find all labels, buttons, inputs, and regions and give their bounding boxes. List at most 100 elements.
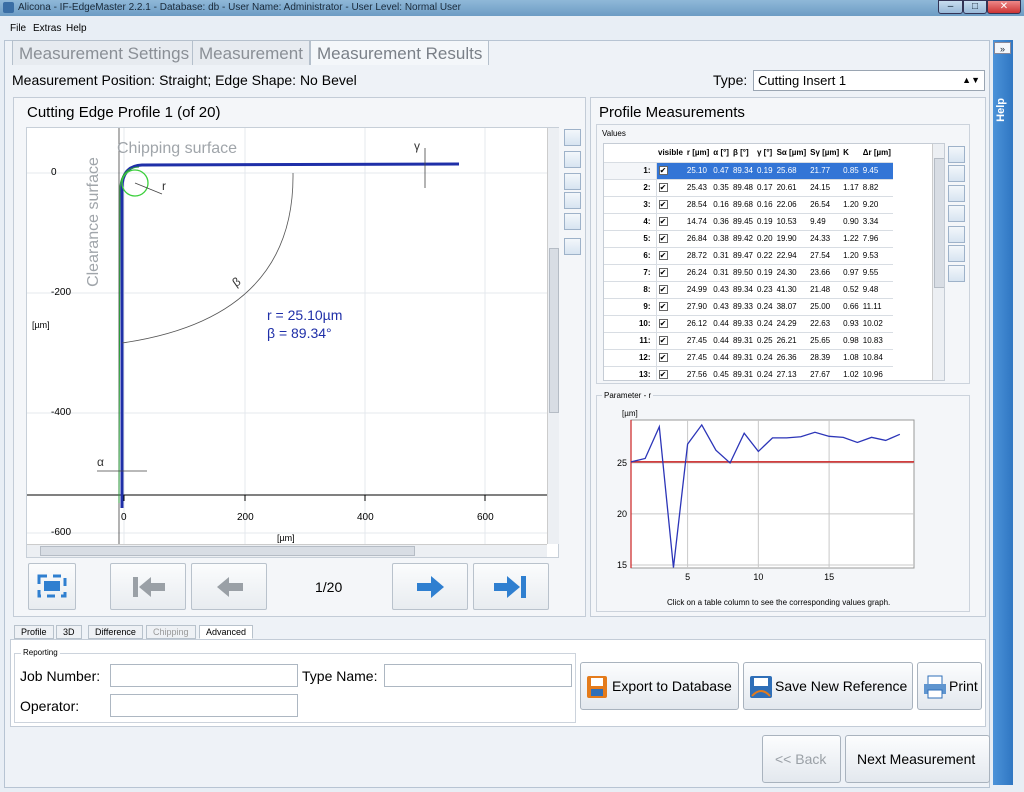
parameter-chart[interactable]: 5 10 15 25 20 15	[598, 415, 918, 587]
visible-cell[interactable]: ✔	[656, 366, 685, 380]
menu-help[interactable]: Help	[66, 23, 87, 34]
column-header[interactable]: α [°]	[711, 144, 731, 163]
tab-measurement[interactable]: Measurement	[192, 40, 310, 65]
scroll-thumb[interactable]	[40, 546, 415, 556]
table-row[interactable]: 13: ✔ 27.56 0.45 89.31 0.24 27.13 27.67 1.02 10.9…	[604, 366, 893, 380]
column-header[interactable]: Sγ [µm]	[808, 144, 842, 163]
print-button[interactable]: Print	[917, 662, 982, 710]
first-profile-button[interactable]	[110, 563, 186, 610]
table-row[interactable]: 6: ✔ 28.72 0.31 89.47 0.22 22.94 27.54 1.20 9.53	[604, 247, 893, 265]
help-label[interactable]: Help	[995, 98, 1007, 122]
visible-checkbox[interactable]: ✔	[658, 336, 668, 345]
visible-checkbox[interactable]: ✔	[658, 319, 668, 328]
table-row[interactable]: 7: ✔ 26.24 0.31 89.50 0.19 24.30 23.66 0.97 9.55	[604, 264, 893, 282]
visible-cell[interactable]: ✔	[656, 230, 685, 248]
visible-cell[interactable]: ✔	[656, 332, 685, 350]
zoom-in-icon[interactable]	[564, 129, 581, 146]
fit-view-icon[interactable]	[564, 173, 581, 190]
column-header[interactable]: visible	[656, 144, 685, 163]
chevron-right-icon[interactable]: »	[994, 42, 1011, 54]
save-icon[interactable]	[948, 165, 965, 182]
save-new-reference-button[interactable]: Save New Reference	[743, 662, 913, 710]
save-as-icon[interactable]	[948, 185, 965, 202]
menu-extras[interactable]: Extras	[33, 23, 61, 34]
table-row[interactable]: 10: ✔ 26.12 0.44 89.33 0.24 24.29 22.63 0.93 10.0…	[604, 315, 893, 333]
column-header[interactable]: r [µm]	[684, 144, 712, 163]
table-row[interactable]: 5: ✔ 26.84 0.38 89.42 0.20 19.90 24.33 1.22 7.96	[604, 230, 893, 248]
back-button[interactable]: << Back	[762, 735, 841, 783]
plot-vertical-scrollbar[interactable]	[547, 128, 559, 544]
tab-chipping[interactable]: Chipping	[146, 625, 196, 639]
tab-measurement-settings[interactable]: Measurement Settings	[12, 40, 197, 65]
visible-cell[interactable]: ✔	[656, 298, 685, 316]
copy-table-icon[interactable]	[948, 146, 965, 163]
column-header[interactable]: Δr [µm]	[860, 144, 893, 163]
visible-cell[interactable]: ✔	[656, 213, 685, 231]
pan-hand-icon[interactable]	[564, 192, 581, 209]
table-row[interactable]: 9: ✔ 27.90 0.43 89.33 0.24 38.07 25.00 0.66 11.11	[604, 298, 893, 316]
table-scrollbar[interactable]	[932, 144, 944, 380]
visible-checkbox[interactable]: ✔	[658, 251, 668, 260]
table-row[interactable]: 11: ✔ 27.45 0.44 89.31 0.25 26.21 25.65 0.98 10.8…	[604, 332, 893, 350]
window-icon[interactable]	[948, 265, 965, 282]
values-table[interactable]: visible r [µm] α [°] β [°] γ [°] Sα [µm] Sγ [µ…	[604, 144, 893, 380]
tab-profile[interactable]: Profile	[14, 625, 54, 639]
visible-checkbox[interactable]: ✔	[658, 217, 668, 226]
column-header[interactable]: Sα [µm]	[774, 144, 809, 163]
zoom-out-icon[interactable]	[564, 151, 581, 168]
visible-cell[interactable]: ✔	[656, 349, 685, 367]
table-row[interactable]: 4: ✔ 14.74 0.36 89.45 0.19 10.53 9.49 0.90 3.34	[604, 213, 893, 231]
visible-cell[interactable]: ✔	[656, 315, 685, 333]
values-table-container[interactable]: visible r [µm] α [°] β [°] γ [°] Sα [µm] Sγ [µ…	[603, 143, 945, 381]
scroll-thumb[interactable]	[934, 158, 944, 288]
chart-icon[interactable]	[948, 226, 965, 243]
visible-cell[interactable]: ✔	[656, 196, 685, 214]
visible-cell[interactable]: ✔	[656, 281, 685, 299]
tab-measurement-results[interactable]: Measurement Results	[310, 40, 490, 65]
column-header[interactable]: K	[841, 144, 861, 163]
menu-file[interactable]: File	[10, 23, 26, 34]
tab-3d[interactable]: 3D	[56, 625, 82, 639]
profile-plot[interactable]: Chipping surface Clearance surface r = 2…	[26, 127, 559, 558]
column-header[interactable]	[604, 144, 656, 163]
tab-difference[interactable]: Difference	[88, 625, 143, 639]
fullscreen-view-button[interactable]	[28, 563, 76, 610]
visible-checkbox[interactable]: ✔	[658, 370, 668, 379]
maximize-button[interactable]: □	[963, 0, 987, 14]
help-sidebar[interactable]: » Help	[993, 40, 1013, 785]
table-row[interactable]: 1: ✔ 25.10 0.47 89.34 0.19 25.68 21.77 0.85 9.45	[604, 162, 893, 180]
table-row[interactable]: 12: ✔ 27.45 0.44 89.31 0.24 26.36 28.39 1.08 10.8…	[604, 349, 893, 367]
table-row[interactable]: 3: ✔ 28.54 0.16 89.68 0.16 22.06 26.54 1.20 9.20	[604, 196, 893, 214]
type-select[interactable]: Cutting Insert 1 ▲▼	[753, 70, 985, 91]
plot-horizontal-scrollbar[interactable]	[27, 544, 547, 557]
last-profile-button[interactable]	[473, 563, 549, 610]
visible-checkbox[interactable]: ✔	[658, 285, 668, 294]
previous-profile-button[interactable]	[191, 563, 267, 610]
visible-cell[interactable]: ✔	[656, 247, 685, 265]
column-header[interactable]: γ [°]	[755, 144, 775, 163]
next-measurement-button[interactable]: Next Measurement	[845, 735, 990, 783]
scroll-thumb[interactable]	[549, 248, 559, 413]
visible-checkbox[interactable]: ✔	[658, 183, 668, 192]
operator-field[interactable]	[110, 694, 298, 717]
visible-checkbox[interactable]: ✔	[658, 302, 668, 311]
visible-cell[interactable]: ✔	[656, 264, 685, 282]
close-button[interactable]: ✕	[987, 0, 1021, 14]
visible-checkbox[interactable]: ✔	[658, 166, 668, 175]
graph-settings-icon[interactable]	[948, 245, 965, 262]
visible-checkbox[interactable]: ✔	[658, 268, 668, 277]
visible-checkbox[interactable]: ✔	[658, 200, 668, 209]
table-row[interactable]: 2: ✔ 25.43 0.35 89.48 0.17 20.61 24.15 1.17 8.82	[604, 179, 893, 197]
export-to-database-button[interactable]: Export to Database	[580, 662, 739, 710]
export-icon[interactable]	[948, 205, 965, 222]
visible-checkbox[interactable]: ✔	[658, 353, 668, 362]
tab-advanced[interactable]: Advanced	[199, 625, 254, 639]
table-row[interactable]: 8: ✔ 24.99 0.43 89.34 0.23 41.30 21.48 0.52 9.48	[604, 281, 893, 299]
visible-checkbox[interactable]: ✔	[658, 234, 668, 243]
visible-cell[interactable]: ✔	[656, 179, 685, 197]
column-header[interactable]: β [°]	[730, 144, 755, 163]
job-number-field[interactable]	[110, 664, 298, 687]
next-profile-button[interactable]	[392, 563, 468, 610]
visible-cell[interactable]: ✔	[656, 162, 685, 180]
grid-icon[interactable]	[564, 213, 581, 230]
